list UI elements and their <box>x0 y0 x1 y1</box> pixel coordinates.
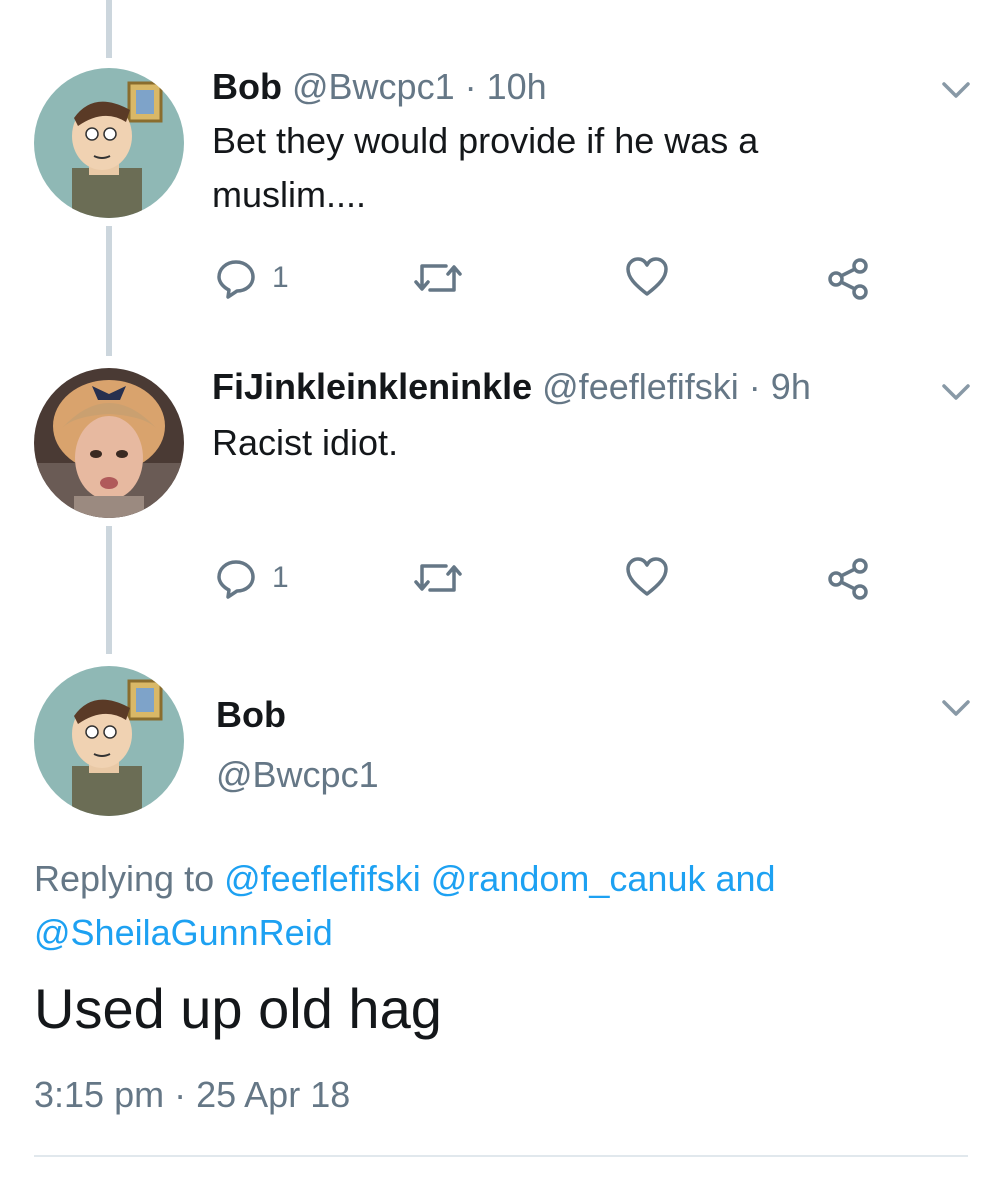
tweet-1-time[interactable]: 10h <box>487 66 547 107</box>
avatar-bob[interactable] <box>34 68 184 218</box>
tweet-1-share-button[interactable] <box>826 256 872 302</box>
tweet-1-reply-button[interactable]: 1 <box>214 256 289 300</box>
reply-icon <box>217 260 255 299</box>
tweet-2-text-line-1: Racist idiot. <box>212 422 399 463</box>
tweet-1-text: Bet they would provide if he was a musli… <box>212 114 758 222</box>
tweet-2-reply-count: 1 <box>272 561 289 594</box>
replying-to-label: Replying to <box>34 858 215 899</box>
tweet-1-separator: · <box>464 66 477 107</box>
tweet-2-share-button[interactable] <box>826 556 872 602</box>
reply-mention-and[interactable]: and <box>715 858 775 899</box>
heart-icon <box>626 257 668 296</box>
tweet-2-text: Racist idiot. <box>212 416 398 470</box>
replying-to: Replying to @feeflefifski @random_canuk … <box>34 852 974 960</box>
retweet-icon <box>414 564 462 592</box>
heart-icon <box>626 557 668 596</box>
tweet-2-separator: · <box>748 366 761 407</box>
main-tweet-date: 25 Apr 18 <box>196 1074 351 1115</box>
reply-icon <box>217 560 255 599</box>
tweet-2-retweet-button[interactable] <box>412 558 464 598</box>
avatar-bob-main[interactable] <box>34 666 184 816</box>
tweet-2-handle[interactable]: @feeflefifski <box>542 366 739 407</box>
tweet-1-display-name[interactable]: Bob <box>212 66 282 107</box>
tweet-2-chevron-down-icon[interactable] <box>936 378 976 408</box>
main-tweet-handle[interactable]: @Bwcpc1 <box>216 754 379 796</box>
divider <box>34 1155 968 1157</box>
tweet-1-like-button[interactable] <box>624 256 670 298</box>
tweet-2-time[interactable]: 9h <box>771 366 811 407</box>
tweet-1-handle[interactable]: @Bwcpc1 <box>292 66 455 107</box>
tweet-1-reply-count: 1 <box>272 261 289 294</box>
tweet-2-like-button[interactable] <box>624 556 670 598</box>
tweet-1-header: Bob @Bwcpc1 · 10h <box>212 66 547 108</box>
reply-mention-sheilagunnreid[interactable]: @SheilaGunnReid <box>34 912 333 953</box>
main-tweet-text: Used up old hag <box>34 977 442 1040</box>
main-tweet-timestamp: 3:15 pm · 25 Apr 18 <box>34 1074 350 1116</box>
reply-mention-feeflefifski[interactable]: @feeflefifski <box>224 858 421 899</box>
tweet-2-header: FiJinkleinkleninkle @feeflefifski · 9h <box>212 366 811 408</box>
tweet-1-retweet-button[interactable] <box>412 258 464 298</box>
reply-mention-random-canuk[interactable]: @random_canuk <box>431 858 706 899</box>
tweet-2-reply-button[interactable]: 1 <box>214 556 289 600</box>
thread-line-top <box>106 0 112 58</box>
share-icon <box>828 558 868 600</box>
retweet-icon <box>414 264 462 292</box>
tweet-1-text-line-2: muslim.... <box>212 174 367 215</box>
tweet-1-chevron-down-icon[interactable] <box>936 76 976 106</box>
main-tweet-display-name[interactable]: Bob <box>216 694 286 736</box>
thread-line-1 <box>106 226 112 356</box>
tweet-1-text-line-1: Bet they would provide if he was a <box>212 120 759 161</box>
main-tweet-chevron-down-icon[interactable] <box>936 694 976 724</box>
avatar-fijinkleinkleninkle[interactable] <box>34 368 184 518</box>
main-tweet-separator: · <box>174 1074 187 1115</box>
share-icon <box>828 258 868 300</box>
thread-line-2 <box>106 526 112 654</box>
main-tweet-time: 3:15 pm <box>34 1074 165 1115</box>
tweet-2-display-name[interactable]: FiJinkleinkleninkle <box>212 366 532 407</box>
